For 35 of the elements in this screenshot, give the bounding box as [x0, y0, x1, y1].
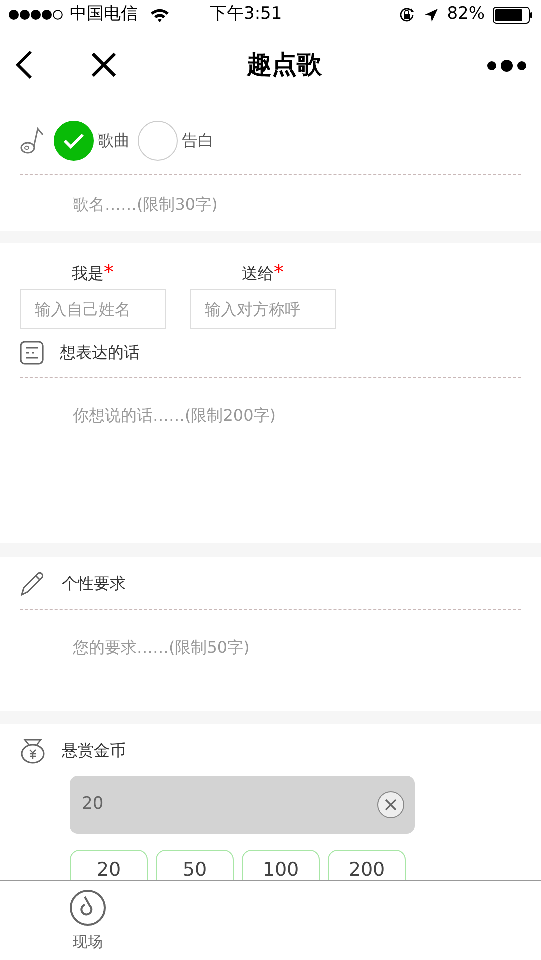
money-bag-icon [20, 738, 46, 764]
rotation-lock-icon [398, 6, 416, 24]
close-button[interactable] [90, 51, 118, 79]
sender-field[interactable]: 输入自己姓名 [20, 289, 166, 329]
check-icon [63, 133, 85, 149]
section-label: 个性要求 [62, 573, 126, 595]
requirements-field[interactable]: 您的要求……(限制50字) [73, 636, 521, 660]
amount-chip[interactable]: 50 [156, 850, 234, 880]
tab-item[interactable]: 现场 [44, 881, 132, 960]
music-note-icon [20, 126, 46, 156]
message-field[interactable]: 你想说的话……(限制200字) [73, 404, 521, 428]
location-icon [424, 8, 440, 22]
battery-icon [493, 6, 533, 24]
name-label: 送给* [242, 259, 284, 286]
amount-chip[interactable]: 200 [328, 850, 406, 880]
music-note-icon [69, 889, 107, 927]
wifi-icon [150, 8, 170, 22]
amount-chip[interactable]: 20 [70, 850, 148, 880]
back-button[interactable] [14, 49, 34, 81]
amount-chip[interactable]: 100 [242, 850, 320, 880]
recipient-field[interactable]: 输入对方称呼 [190, 289, 336, 329]
section-label: 悬赏金币 [62, 740, 126, 762]
amount-field[interactable]: 20 [70, 776, 415, 834]
battery-percent: 82% [447, 3, 485, 26]
song-name-field[interactable]: 歌名……(限制30字) [73, 193, 521, 217]
section-label: 想表达的话 [60, 342, 140, 364]
name-label: 我是* [72, 259, 114, 286]
note-icon [20, 341, 44, 365]
amount-input[interactable]: 20 [80, 791, 377, 819]
time-text: 下午3:51 [210, 3, 282, 26]
carrier-text: 中国电信 [70, 3, 138, 26]
pencil-icon [20, 571, 46, 597]
signal-icon [8, 9, 66, 21]
clear-button[interactable] [377, 791, 405, 819]
page-title: 趣点歌 [247, 50, 322, 80]
